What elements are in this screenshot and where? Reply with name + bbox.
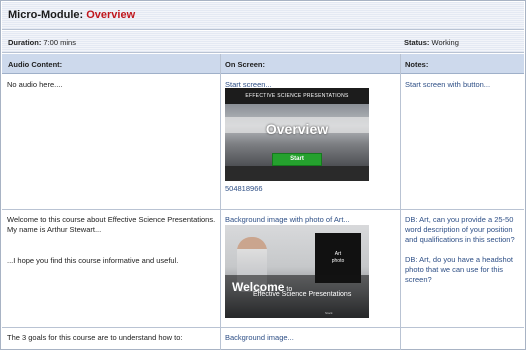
column-divider	[220, 54, 221, 350]
row2-audio-line2: My name is Arthur Stewart...	[7, 225, 102, 234]
meta-row: Duration: 7:00 mins Status: Working	[2, 31, 524, 53]
row-divider	[2, 327, 524, 328]
start-screen-thumbnail: EFFECTIVE SCIENCE PRESENTATIONS Overview…	[225, 88, 369, 181]
welcome-screen-thumbnail: Art photo Welcome to Effective Science Pr…	[225, 225, 369, 318]
duration-label: Duration:	[8, 38, 42, 47]
overview-heading: Overview	[265, 121, 329, 137]
start-button[interactable]: Start	[272, 153, 322, 166]
column-divider	[400, 54, 401, 350]
art-photo-label-2: photo	[331, 258, 345, 264]
row1-audio: No audio here....	[7, 80, 63, 89]
duration-value: 7:00 mins	[41, 38, 76, 47]
status-label: Status:	[404, 38, 430, 47]
column-header-notes: Notes:	[405, 60, 429, 69]
course-subtitle: Effective Science Presentations	[253, 291, 352, 298]
module-title-prefix: Micro-Module:	[8, 9, 87, 21]
row3-audio: The 3 goals for this course are to under…	[7, 333, 183, 342]
stock-credit: Stock	[325, 311, 333, 315]
status-value: Working	[429, 38, 459, 47]
row-divider	[2, 209, 524, 210]
row2-audio-line3: ...I hope you find this course informati…	[7, 256, 179, 265]
row2-audio-line1: Welcome to this course about Effective S…	[7, 215, 216, 224]
column-header-screen: On Screen:	[225, 60, 266, 69]
storyboard-table: Micro-Module: Overview Duration: 7:00 mi…	[0, 0, 526, 350]
row2-notes-line2: DB: Art, do you have a headshot photo th…	[405, 255, 513, 284]
row3-screen-text: Background image...	[225, 333, 294, 342]
column-header-row: Audio Content: On Screen: Notes:	[2, 54, 524, 74]
art-photo-label-1: Art	[334, 251, 342, 257]
status-field: Status: Working	[404, 38, 459, 47]
course-banner: EFFECTIVE SCIENCE PRESENTATIONS	[225, 88, 369, 104]
module-title: Micro-Module: Overview	[2, 2, 524, 30]
duration-field: Duration: 7:00 mins	[8, 38, 76, 47]
row1-notes: Start screen with button...	[405, 80, 491, 89]
row1-screen-id[interactable]: 504818966	[225, 184, 325, 194]
column-header-audio: Audio Content:	[8, 60, 63, 69]
footer-bar	[225, 166, 369, 181]
row2-notes-line1: DB: Art, can you provide a 25-50 word de…	[405, 215, 515, 244]
module-title-highlight: Overview	[86, 9, 136, 21]
row2-screen-text: Background image with photo of Art...	[225, 215, 350, 224]
